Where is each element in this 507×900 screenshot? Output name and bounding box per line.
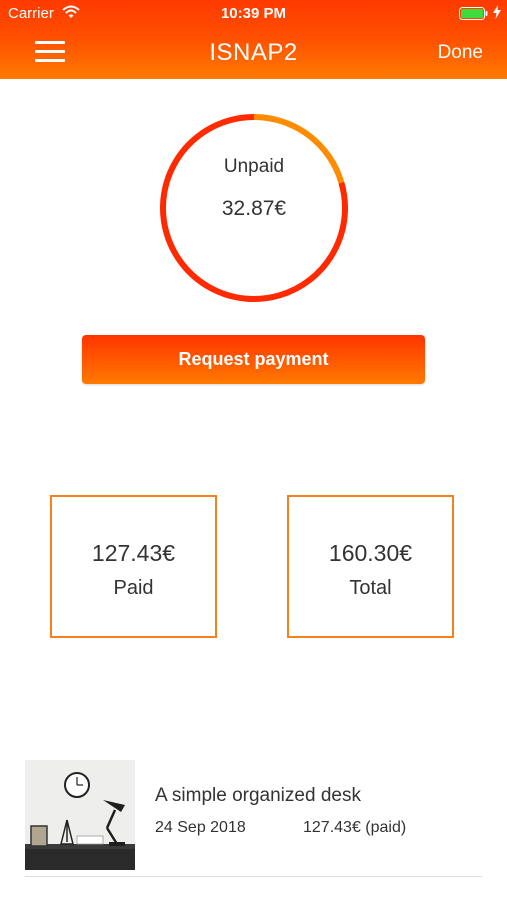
paid-label: Paid — [113, 577, 154, 599]
unpaid-ring: Unpaid 32.87€ — [158, 112, 350, 304]
bolt-icon — [493, 5, 501, 24]
item-thumbnail — [25, 760, 135, 870]
done-button[interactable]: Done — [438, 42, 483, 64]
unpaid-amount: 32.87€ — [221, 197, 287, 220]
item-title: A simple organized desk — [155, 785, 361, 806]
total-value: 160.30€ — [328, 540, 413, 566]
request-payment-button[interactable]: Request payment — [82, 335, 425, 384]
battery-icon — [459, 7, 489, 25]
item-date: 24 Sep 2018 — [155, 819, 246, 836]
total-label: Total — [349, 577, 392, 599]
header-bar: Carrier 10:39 PM ISNAP2 Done — [0, 0, 507, 79]
unpaid-label: Unpaid — [223, 156, 285, 177]
paid-stat-box: 127.43€ Paid — [50, 495, 217, 638]
paid-value: 127.43€ — [91, 540, 176, 566]
app-title: ISNAP2 — [209, 39, 298, 66]
status-time: 10:39 PM — [220, 5, 287, 22]
item-amount: 127.43€ (paid) — [303, 819, 407, 836]
total-stat-box: 160.30€ Total — [287, 495, 454, 638]
status-bar: Carrier 10:39 PM — [0, 0, 507, 28]
list-item[interactable]: A simple organized desk 24 Sep 2018 127.… — [25, 758, 482, 877]
